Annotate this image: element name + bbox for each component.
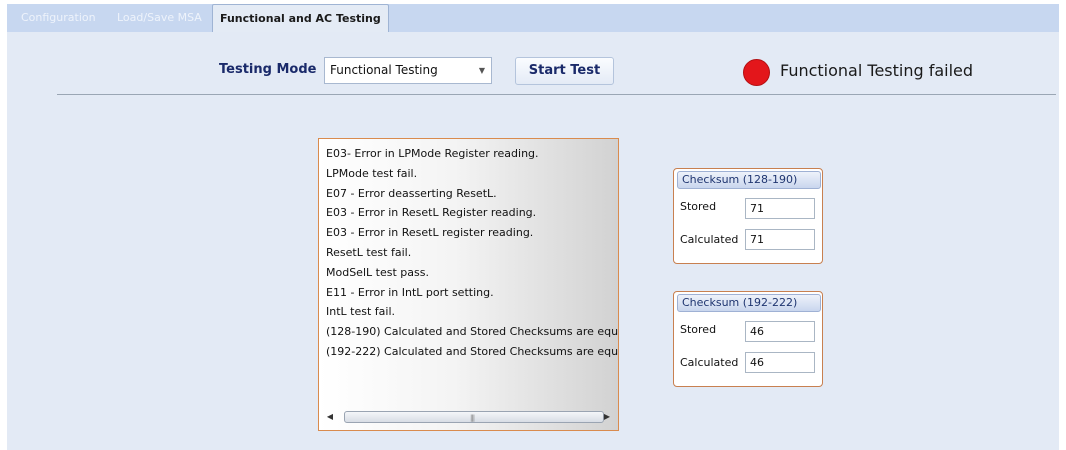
log-line: (192-222) Calculated and Stored Checksum… [326, 344, 619, 358]
log-line: (128-190) Calculated and Stored Checksum… [326, 325, 619, 339]
scroll-left-icon[interactable]: ◀ [324, 410, 336, 424]
checksum-group-192-222: Checksum (192-222) Stored 46 Calculated … [673, 291, 823, 387]
log-line: E03 - Error in ResetL Register reading. [326, 206, 537, 220]
stored-label: Stored [680, 200, 717, 213]
dropdown-arrow-icon[interactable]: ▼ [479, 58, 485, 83]
tab-load-save-msa[interactable]: Load/Save MSA [111, 4, 208, 32]
checksum-group-title: Checksum (128-190) [677, 171, 821, 189]
log-line: E03- Error in LPMode Register reading. [326, 147, 539, 160]
status-message: Functional Testing failed [780, 61, 974, 80]
scrollbar-thumb[interactable]: ||| [344, 411, 604, 423]
tab-bar: Configuration Load/Save MSA Functional a… [7, 4, 1059, 33]
log-line: E03 - Error in ResetL register reading. [326, 226, 534, 240]
log-line: IntL test fail. [326, 305, 395, 319]
tab-configuration[interactable]: Configuration [15, 4, 102, 32]
stored-checksum-field[interactable]: 71 [745, 198, 815, 219]
calculated-checksum-field[interactable]: 46 [745, 352, 815, 373]
log-line: ResetL test fail. [326, 245, 412, 259]
log-lines: E03- Error in LPMode Register reading. L… [326, 144, 619, 362]
start-test-button[interactable]: Start Test [515, 57, 614, 85]
checksum-group-128-190: Checksum (128-190) Stored 71 Calculated … [673, 168, 823, 264]
grip-icon: ||| [470, 414, 475, 422]
tab-functional-ac-testing[interactable]: Functional and AC Testing [212, 4, 389, 33]
log-line: ModSelL test pass. [326, 265, 429, 279]
stored-checksum-field[interactable]: 46 [745, 321, 815, 342]
scrollbar-track[interactable]: ||| [338, 411, 604, 423]
calculated-label: Calculated [680, 356, 739, 369]
stored-label: Stored [680, 323, 717, 336]
log-line: LPMode test fail. [326, 166, 418, 180]
horizontal-scrollbar[interactable]: ◀ ||| ▶ [324, 410, 613, 424]
status-indicator-icon [743, 59, 770, 86]
scroll-right-icon[interactable]: ▶ [601, 410, 613, 424]
calculated-checksum-field[interactable]: 71 [745, 229, 815, 250]
log-line: E11 - Error in IntL port setting. [326, 285, 494, 299]
divider [57, 94, 1056, 95]
testing-mode-label: Testing Mode [219, 62, 317, 77]
checksum-group-title: Checksum (192-222) [677, 294, 821, 312]
calculated-label: Calculated [680, 233, 739, 246]
testing-mode-value: Functional Testing [330, 63, 438, 77]
log-line: E07 - Error deasserting ResetL. [326, 186, 497, 200]
test-log-box[interactable]: E03- Error in LPMode Register reading. L… [318, 138, 619, 431]
testing-mode-select[interactable]: Functional Testing ▼ [324, 57, 492, 84]
